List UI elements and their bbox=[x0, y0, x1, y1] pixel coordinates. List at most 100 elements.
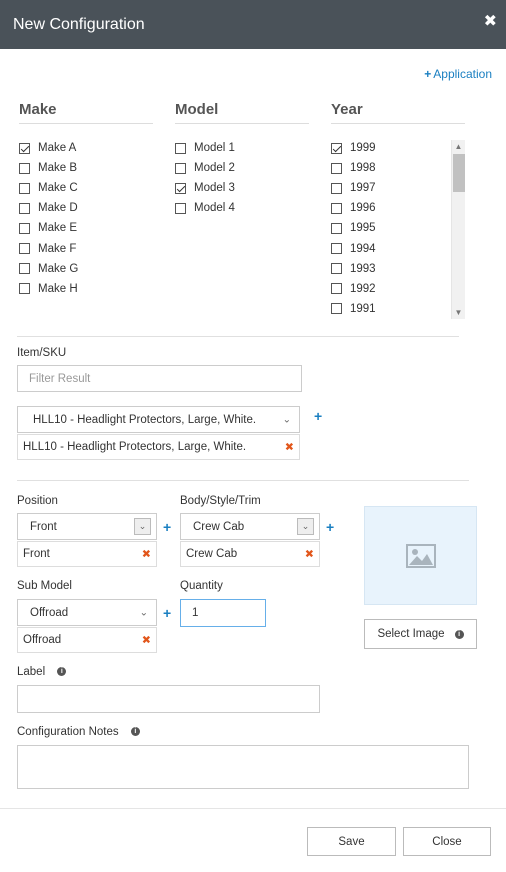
image-preview bbox=[364, 506, 477, 605]
item-sku-label: Item/SKU bbox=[17, 347, 67, 359]
model-option[interactable]: Model 2 bbox=[175, 160, 235, 176]
image-icon bbox=[405, 543, 436, 568]
model-checkbox[interactable] bbox=[175, 202, 186, 214]
make-option-label: Make D bbox=[38, 202, 78, 215]
model-option-label: Model 2 bbox=[194, 162, 235, 175]
model-checkbox[interactable] bbox=[175, 142, 186, 154]
chevron-down-icon: ⌄ bbox=[134, 518, 151, 535]
remove-icon[interactable]: ✖ bbox=[142, 634, 151, 647]
model-option[interactable]: Model 4 bbox=[175, 200, 235, 216]
make-heading: Make bbox=[19, 101, 153, 124]
add-position-button[interactable]: + bbox=[163, 520, 171, 534]
position-tag-label: Front bbox=[23, 548, 50, 560]
make-option[interactable]: Make E bbox=[19, 220, 77, 236]
body-style-label: Body/Style/Trim bbox=[180, 495, 261, 507]
label-input[interactable] bbox=[17, 685, 320, 713]
make-option-label: Make G bbox=[38, 262, 79, 275]
year-checkbox[interactable] bbox=[331, 142, 342, 154]
make-option[interactable]: Make H bbox=[19, 281, 78, 297]
year-option[interactable]: 1998 bbox=[331, 160, 376, 176]
make-option[interactable]: Make B bbox=[19, 160, 77, 176]
year-checkbox[interactable] bbox=[331, 222, 342, 234]
year-option[interactable]: 1995 bbox=[331, 220, 376, 236]
make-option-label: Make E bbox=[38, 222, 77, 235]
scroll-up-icon[interactable]: ▲ bbox=[452, 140, 465, 153]
make-checkbox[interactable] bbox=[19, 162, 30, 174]
make-checkbox[interactable] bbox=[19, 222, 30, 234]
remove-icon[interactable]: ✖ bbox=[305, 548, 314, 561]
year-option-label: 1996 bbox=[350, 202, 376, 215]
add-sub-model-button[interactable]: + bbox=[163, 606, 171, 620]
sub-model-label: Sub Model bbox=[17, 580, 72, 592]
scroll-thumb[interactable] bbox=[453, 154, 465, 192]
dialog-header: New Configuration ✖ bbox=[0, 0, 506, 49]
year-option[interactable]: 1991 bbox=[331, 301, 376, 317]
year-option[interactable]: 1993 bbox=[331, 261, 376, 277]
close-icon[interactable]: ✖ bbox=[484, 11, 497, 31]
body-style-select[interactable]: Crew Cab ⌄ bbox=[180, 513, 320, 540]
notes-label-text: Configuration Notes bbox=[17, 726, 119, 738]
make-checkbox[interactable] bbox=[19, 263, 30, 275]
divider bbox=[17, 336, 459, 337]
make-option[interactable]: Make F bbox=[19, 241, 76, 257]
make-option[interactable]: Make C bbox=[19, 180, 78, 196]
dialog-title: New Configuration bbox=[13, 16, 145, 33]
year-checkbox[interactable] bbox=[331, 263, 342, 275]
make-checkbox[interactable] bbox=[19, 202, 30, 214]
make-option-label: Make A bbox=[38, 142, 77, 154]
make-option-label: Make F bbox=[38, 242, 77, 255]
select-image-button[interactable]: Select Image i bbox=[364, 619, 477, 649]
make-checkbox[interactable] bbox=[19, 142, 30, 154]
year-option[interactable]: 1999 bbox=[331, 140, 376, 156]
year-option[interactable]: 1992 bbox=[331, 281, 376, 297]
remove-icon[interactable]: ✖ bbox=[285, 441, 294, 454]
add-body-style-button[interactable]: + bbox=[326, 520, 334, 534]
model-heading: Model bbox=[175, 101, 309, 124]
model-option[interactable]: Model 3 bbox=[175, 180, 235, 196]
year-checkbox[interactable] bbox=[331, 182, 342, 194]
divider bbox=[17, 480, 469, 481]
year-checkbox[interactable] bbox=[331, 283, 342, 295]
add-item-sku-button[interactable]: + bbox=[314, 409, 322, 423]
make-option[interactable]: Make D bbox=[19, 200, 78, 216]
model-checkbox[interactable] bbox=[175, 162, 186, 174]
filter-result-input[interactable]: Filter Result bbox=[17, 365, 302, 392]
year-option-label: 1997 bbox=[350, 182, 376, 195]
year-option[interactable]: 1997 bbox=[331, 180, 376, 196]
remove-icon[interactable]: ✖ bbox=[142, 548, 151, 561]
make-option[interactable]: Make A bbox=[19, 140, 76, 156]
sub-model-tag: Offroad ✖ bbox=[17, 627, 157, 653]
model-option-label: Model 3 bbox=[194, 182, 235, 195]
label-field-text: Label bbox=[17, 666, 46, 678]
make-option-label: Make B bbox=[38, 162, 77, 175]
year-option-label: 1994 bbox=[350, 242, 376, 255]
model-checkbox[interactable] bbox=[175, 182, 186, 194]
quantity-input[interactable]: 1 bbox=[180, 599, 266, 627]
quantity-label: Quantity bbox=[180, 580, 223, 592]
year-checkbox[interactable] bbox=[331, 162, 342, 174]
year-option-label: 1992 bbox=[350, 282, 376, 295]
year-scrollbar[interactable]: ▲ ▼ bbox=[451, 140, 465, 319]
sub-model-select[interactable]: Offroad ⌄ bbox=[17, 599, 157, 626]
item-sku-tag: HLL10 - Headlight Protectors, Large, Whi… bbox=[17, 434, 300, 460]
make-option[interactable]: Make G bbox=[19, 261, 78, 277]
year-checkbox[interactable] bbox=[331, 303, 342, 315]
add-application-link[interactable]: + Application bbox=[424, 67, 492, 81]
model-option[interactable]: Model 1 bbox=[175, 140, 235, 156]
close-button[interactable]: Close bbox=[403, 827, 491, 856]
year-checkbox[interactable] bbox=[331, 243, 342, 254]
make-checkbox[interactable] bbox=[19, 283, 30, 295]
year-checkbox[interactable] bbox=[331, 202, 342, 214]
year-option[interactable]: 1994 bbox=[331, 241, 376, 257]
year-option-label: 1995 bbox=[350, 222, 376, 235]
position-select[interactable]: Front ⌄ bbox=[17, 513, 157, 540]
year-option-label: 1998 bbox=[350, 162, 376, 175]
body-style-selected: Crew Cab bbox=[193, 520, 245, 533]
save-button[interactable]: Save bbox=[307, 827, 396, 856]
make-checkbox[interactable] bbox=[19, 243, 30, 254]
notes-textarea[interactable] bbox=[17, 745, 469, 789]
item-sku-select[interactable]: HLL10 - Headlight Protectors, Large, Whi… bbox=[17, 406, 300, 433]
year-option[interactable]: 1996 bbox=[331, 200, 376, 216]
make-checkbox[interactable] bbox=[19, 182, 30, 194]
scroll-down-icon[interactable]: ▼ bbox=[452, 306, 465, 319]
